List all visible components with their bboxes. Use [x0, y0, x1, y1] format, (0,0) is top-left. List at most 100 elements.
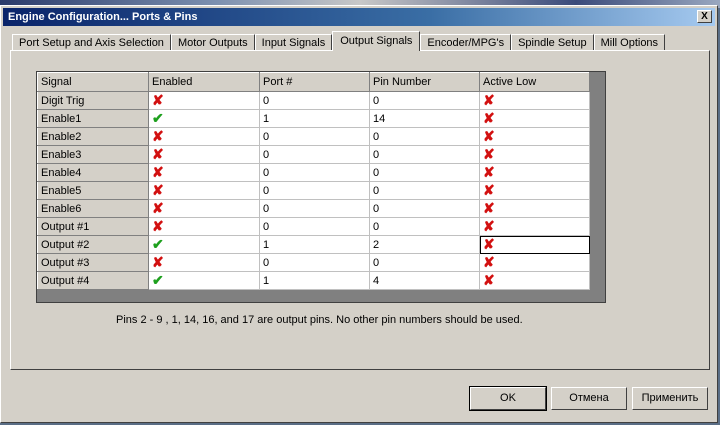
cell-active-low[interactable]: ✘: [479, 145, 590, 164]
red-x-icon: ✘: [483, 182, 495, 198]
green-check-icon: ✔: [152, 272, 164, 288]
red-x-icon: ✘: [483, 200, 495, 216]
cell-pin-number[interactable]: 0: [369, 91, 480, 110]
green-check-icon: ✔: [152, 110, 164, 126]
tab-port-setup[interactable]: Port Setup and Axis Selection: [12, 34, 171, 51]
title-bar: Engine Configuration... Ports & Pins X: [3, 8, 715, 26]
tab-motor-outputs[interactable]: Motor Outputs: [170, 34, 255, 51]
cell-pin-number[interactable]: 14: [369, 109, 480, 128]
red-x-icon: ✘: [483, 272, 495, 288]
red-x-icon: ✘: [483, 164, 495, 180]
cell-enabled[interactable]: ✘: [148, 217, 260, 236]
column-header-enabled[interactable]: Enabled: [148, 72, 260, 92]
cell-port[interactable]: 1: [259, 235, 370, 254]
cell-active-low[interactable]: ✘: [479, 91, 590, 110]
cell-enabled[interactable]: ✘: [148, 145, 260, 164]
table-row[interactable]: Output #3 ✘ 0 0 ✘: [37, 253, 590, 272]
red-x-icon: ✘: [483, 146, 495, 162]
row-header-signal: Enable6: [37, 199, 149, 218]
cell-port[interactable]: 1: [259, 109, 370, 128]
cell-active-low[interactable]: ✘: [479, 127, 590, 146]
cell-enabled[interactable]: ✘: [148, 163, 260, 182]
apply-button[interactable]: Применить: [632, 387, 708, 410]
cell-active-low[interactable]: ✘: [479, 235, 590, 254]
cell-active-low[interactable]: ✘: [479, 163, 590, 182]
cell-pin-number[interactable]: 0: [369, 181, 480, 200]
cell-active-low[interactable]: ✘: [479, 109, 590, 128]
cell-pin-number[interactable]: 2: [369, 235, 480, 254]
cell-port[interactable]: 0: [259, 91, 370, 110]
column-header-pin-number[interactable]: Pin Number: [369, 72, 480, 92]
cell-enabled[interactable]: ✘: [148, 199, 260, 218]
cell-port[interactable]: 0: [259, 145, 370, 164]
cell-pin-number[interactable]: 4: [369, 271, 480, 290]
cell-enabled[interactable]: ✔: [148, 109, 260, 128]
cell-enabled[interactable]: ✘: [148, 91, 260, 110]
cell-pin-number[interactable]: 0: [369, 253, 480, 272]
tab-spindle-setup[interactable]: Spindle Setup: [511, 34, 594, 51]
table-row[interactable]: Enable3 ✘ 0 0 ✘: [37, 145, 590, 164]
table-row[interactable]: Output #4 ✔ 1 4 ✘: [37, 271, 590, 290]
cell-port[interactable]: 0: [259, 181, 370, 200]
cell-port[interactable]: 0: [259, 127, 370, 146]
row-header-signal: Enable2: [37, 127, 149, 146]
red-x-icon: ✘: [483, 218, 495, 234]
close-button[interactable]: X: [697, 10, 712, 23]
cell-active-low[interactable]: ✘: [479, 271, 590, 290]
red-x-icon: ✘: [152, 146, 164, 162]
column-header-active-low[interactable]: Active Low: [479, 72, 590, 92]
tab-mill-options[interactable]: Mill Options: [593, 34, 666, 51]
output-signals-grid[interactable]: Signal Enabled Port # Pin Number Active …: [36, 71, 606, 303]
column-header-signal[interactable]: Signal: [37, 72, 149, 92]
output-pins-note: Pins 2 - 9 , 1, 14, 16, and 17 are outpu…: [116, 314, 523, 326]
cell-port[interactable]: 1: [259, 271, 370, 290]
row-header-signal: Enable1: [37, 109, 149, 128]
table-header-row: Signal Enabled Port # Pin Number Active …: [37, 72, 590, 92]
cell-pin-number[interactable]: 0: [369, 127, 480, 146]
column-header-port[interactable]: Port #: [259, 72, 370, 92]
table-row[interactable]: Output #1 ✘ 0 0 ✘: [37, 217, 590, 236]
cell-pin-number[interactable]: 0: [369, 163, 480, 182]
cell-port[interactable]: 0: [259, 253, 370, 272]
cell-active-low[interactable]: ✘: [479, 217, 590, 236]
cell-active-low[interactable]: ✘: [479, 181, 590, 200]
table-row[interactable]: Enable2 ✘ 0 0 ✘: [37, 127, 590, 146]
cell-active-low[interactable]: ✘: [479, 199, 590, 218]
cell-pin-number[interactable]: 0: [369, 199, 480, 218]
cell-enabled[interactable]: ✔: [148, 235, 260, 254]
table-row[interactable]: Enable5 ✘ 0 0 ✘: [37, 181, 590, 200]
red-x-icon: ✘: [152, 254, 164, 270]
table-row[interactable]: Output #2 ✔ 1 2 ✘: [37, 235, 590, 254]
tab-encoder-mpg[interactable]: Encoder/MPG's: [420, 34, 512, 51]
cell-pin-number[interactable]: 0: [369, 145, 480, 164]
red-x-icon: ✘: [152, 128, 164, 144]
cancel-button[interactable]: Отмена: [551, 387, 627, 410]
red-x-icon: ✘: [483, 92, 495, 108]
red-x-icon: ✘: [483, 254, 495, 270]
table-row[interactable]: Enable4 ✘ 0 0 ✘: [37, 163, 590, 182]
row-header-signal: Digit Trig: [37, 91, 149, 110]
ok-button[interactable]: OK: [469, 386, 547, 411]
tab-strip: Port Setup and Axis Selection Motor Outp…: [12, 31, 666, 51]
cell-enabled[interactable]: ✘: [148, 181, 260, 200]
cell-enabled[interactable]: ✔: [148, 271, 260, 290]
cell-enabled[interactable]: ✘: [148, 253, 260, 272]
cell-port[interactable]: 0: [259, 217, 370, 236]
tab-input-signals[interactable]: Input Signals: [254, 34, 333, 51]
cell-port[interactable]: 0: [259, 199, 370, 218]
row-header-signal: Enable4: [37, 163, 149, 182]
row-header-signal: Enable3: [37, 145, 149, 164]
cell-pin-number[interactable]: 0: [369, 217, 480, 236]
table-row[interactable]: Enable1 ✔ 1 14 ✘: [37, 109, 590, 128]
cell-active-low[interactable]: ✘: [479, 253, 590, 272]
cell-port[interactable]: 0: [259, 163, 370, 182]
close-icon: X: [701, 11, 708, 22]
table-row[interactable]: Digit Trig ✘ 0 0 ✘: [37, 91, 590, 110]
red-x-icon: ✘: [483, 236, 495, 252]
cell-enabled[interactable]: ✘: [148, 127, 260, 146]
table-row[interactable]: Enable6 ✘ 0 0 ✘: [37, 199, 590, 218]
red-x-icon: ✘: [152, 164, 164, 180]
tab-output-signals[interactable]: Output Signals: [332, 31, 421, 51]
red-x-icon: ✘: [152, 182, 164, 198]
row-header-signal: Enable5: [37, 181, 149, 200]
